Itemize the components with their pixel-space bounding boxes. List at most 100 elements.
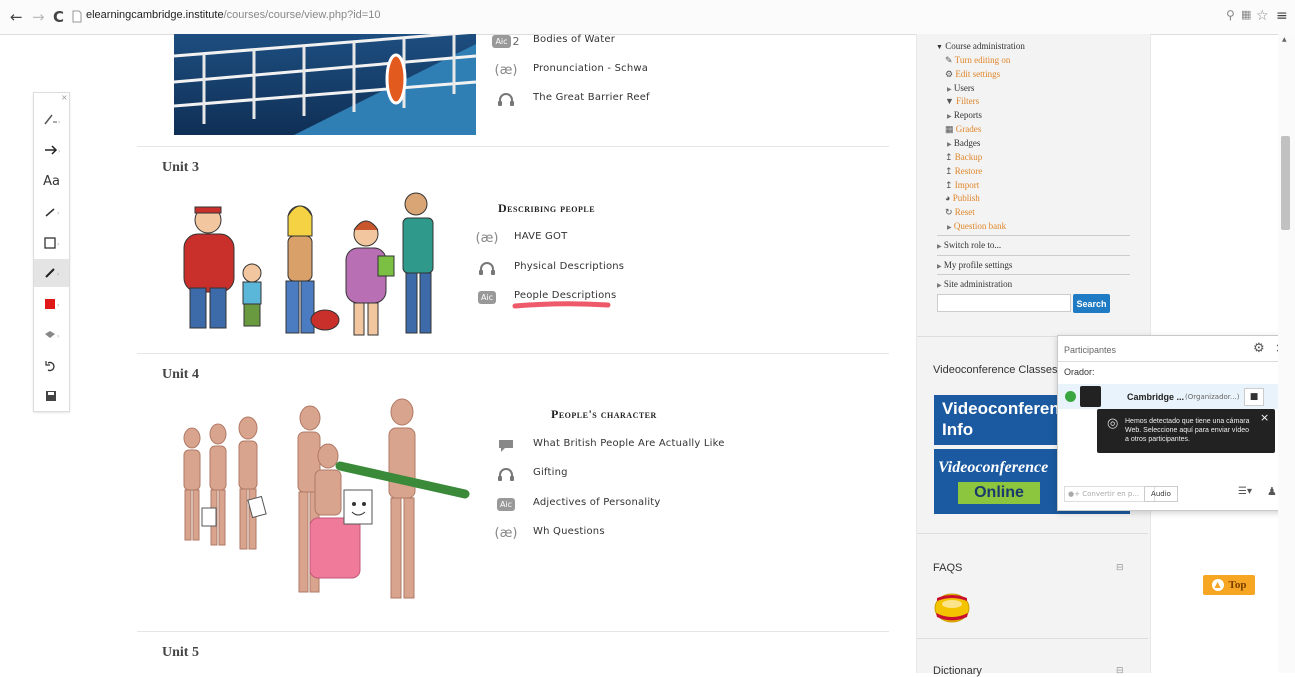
lesson-title[interactable]: People's character: [551, 407, 657, 422]
browser-toolbar: ← → C elearningcambridge.institute/cours…: [0, 0, 1295, 35]
back-to-top-button[interactable]: ▲ Top: [1203, 575, 1255, 595]
status-icon: [1065, 391, 1076, 402]
banner-line: Videoconferen: [942, 399, 1060, 418]
text-tool-icon[interactable]: Aa: [34, 167, 69, 195]
divider: [937, 235, 1130, 236]
pen-arrow-tool-icon[interactable]: ›: [34, 105, 69, 133]
svg-text:›: ›: [57, 210, 59, 217]
reports-node[interactable]: ▶ Reports: [947, 110, 982, 120]
fill-tool-icon[interactable]: ›: [34, 321, 69, 349]
backup-link[interactable]: ↥ Backup: [945, 152, 982, 163]
arrow-tool-icon[interactable]: ›: [34, 136, 69, 164]
reset-link[interactable]: ↻ Reset: [945, 207, 975, 218]
forward-arrow-icon[interactable]: →: [32, 8, 45, 26]
filters-link[interactable]: ▼ Filters: [945, 96, 979, 106]
chevron-up-icon: ▲: [1211, 579, 1224, 591]
lesson-title[interactable]: Describing people: [498, 201, 595, 216]
url-path: /courses/course/view.php?id=10: [223, 9, 381, 21]
close-icon[interactable]: ×: [1260, 411, 1269, 424]
caret-right-icon: ▶: [937, 264, 942, 270]
annotation-palette: × › › Aa › › › › ›: [33, 92, 70, 412]
admin-search-input[interactable]: [937, 294, 1071, 312]
site-admin-node[interactable]: ▶ Site administration: [937, 279, 1012, 289]
menu-icon[interactable]: ≡: [1276, 8, 1288, 24]
save-icon[interactable]: [34, 382, 69, 410]
divider: [937, 274, 1130, 275]
alphabet-icon: Aic: [476, 287, 498, 307]
scroll-up-icon[interactable]: ▲: [1282, 36, 1287, 43]
grades-link[interactable]: ▦ Grades: [945, 124, 981, 135]
caret-right-icon: ▶: [947, 87, 952, 93]
star-icon[interactable]: ☆: [1256, 8, 1269, 24]
rectangle-tool-icon[interactable]: ›: [34, 229, 69, 257]
banner-line: Videoconference: [938, 459, 1049, 476]
activity-label: Physical Descriptions: [514, 261, 625, 272]
back-arrow-icon[interactable]: ←: [10, 8, 23, 26]
pencil-icon: ✎: [945, 55, 953, 65]
participant-row[interactable]: Cambridge ... (Organizador...) ■: [1058, 384, 1292, 409]
line-tool-icon[interactable]: ›: [34, 198, 69, 226]
publish-link[interactable]: ◕ Publish: [945, 193, 980, 203]
speaker-label: Orador:: [1064, 367, 1095, 377]
tooltip-text: Hemos detectado que tiene una cámara Web…: [1125, 418, 1250, 443]
translate-icon[interactable]: ▦: [1241, 8, 1251, 21]
webcam-tooltip[interactable]: ◎ × Hemos detectado que tiene una cámara…: [1097, 409, 1275, 453]
url-domain: elearningcambridge.institute: [86, 9, 224, 21]
svg-text:›: ›: [57, 271, 59, 278]
caret-right-icon: ▶: [937, 283, 942, 289]
phonetic-icon: (æ): [475, 230, 499, 246]
search-icon[interactable]: ⚲: [1226, 8, 1235, 22]
switch-role-node[interactable]: ▶ Switch role to...: [937, 240, 1001, 250]
color-tool-icon[interactable]: ›: [34, 290, 69, 318]
videoconf-title: Videoconference Classes: [933, 364, 1058, 376]
svg-text:›: ›: [58, 148, 60, 155]
participant-name: Cambridge ...: [1127, 392, 1185, 402]
question-bank-link[interactable]: ▶ Question bank: [947, 221, 1006, 231]
list-options-icon[interactable]: ☰▾: [1238, 486, 1252, 497]
filter-icon: ▼: [945, 96, 954, 106]
wooden-mannequins-image: [183, 398, 470, 599]
gear-icon: ⚙: [945, 69, 954, 79]
headphones-icon: [476, 258, 498, 278]
divider: [937, 255, 1130, 256]
restore-link[interactable]: ↥ Restore: [945, 166, 982, 177]
scrollbar-thumb[interactable]: [1281, 136, 1290, 230]
convert-presenter-button[interactable]: ●+ Convertir en p...: [1064, 486, 1155, 502]
pencil-tool-icon[interactable]: ›: [34, 259, 69, 287]
collapse-icon[interactable]: ⊟: [1116, 563, 1124, 573]
collapse-icon[interactable]: ⊟: [1116, 666, 1124, 676]
panel-title: Participantes: [1064, 345, 1117, 355]
caret-right-icon: ▶: [947, 225, 952, 231]
address-bar[interactable]: elearningcambridge.institute/courses/cou…: [70, 6, 1220, 28]
reset-icon: ↻: [945, 207, 953, 217]
undo-icon[interactable]: [34, 352, 69, 380]
spain-flag-icon[interactable]: [934, 592, 970, 624]
gear-icon[interactable]: ⚙: [1253, 341, 1265, 356]
divider: [917, 638, 1148, 639]
dictionary-title: Dictionary: [933, 665, 982, 677]
section-divider: [137, 631, 889, 632]
banner-line: Info: [942, 420, 974, 439]
avatar: [1080, 386, 1101, 407]
audio-button[interactable]: Audio: [1144, 486, 1178, 502]
camera-icon[interactable]: ■: [1244, 388, 1264, 406]
users-node[interactable]: ▶ Users: [947, 83, 974, 93]
badges-node[interactable]: ▶ Badges: [947, 138, 980, 148]
edit-settings-link[interactable]: ⚙ Edit settings: [945, 69, 1000, 80]
add-icon: ●+: [1068, 490, 1080, 498]
reload-icon[interactable]: C: [53, 8, 64, 26]
profile-settings-node[interactable]: ▶ My profile settings: [937, 260, 1012, 270]
import-link[interactable]: ↥ Import: [945, 180, 979, 191]
svg-text:›: ›: [57, 333, 59, 340]
faqs-title: FAQS: [933, 562, 963, 574]
course-admin-header[interactable]: ▼ Course administration: [936, 41, 1025, 51]
search-button[interactable]: Search: [1073, 294, 1110, 313]
svg-text:›: ›: [57, 302, 59, 309]
upload-icon: ↥: [945, 152, 953, 162]
scrollbar[interactable]: [1278, 34, 1295, 673]
top-label: Top: [1228, 579, 1247, 591]
activity-label: Gifting: [533, 467, 568, 478]
activity-label: Bodies of Water: [533, 34, 616, 45]
turn-editing-link[interactable]: ✎ Turn editing on: [945, 55, 1010, 66]
palette-close-icon[interactable]: ×: [61, 93, 68, 102]
